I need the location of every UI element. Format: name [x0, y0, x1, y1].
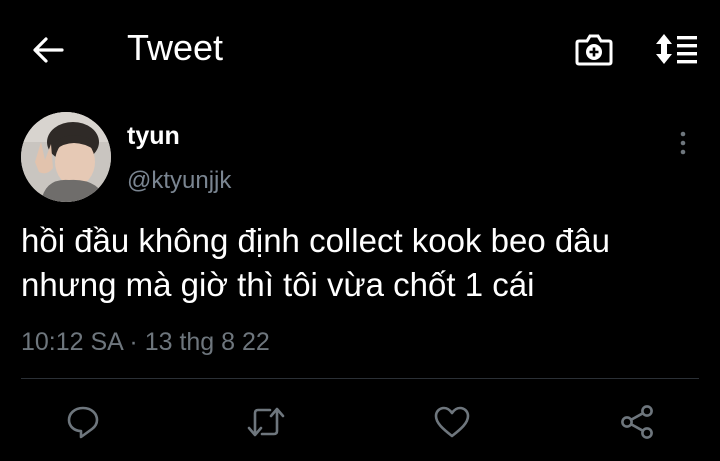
tweet-timestamp: 10:12 SA · 13 thg 8 22 [21, 328, 270, 356]
avatar[interactable] [21, 112, 111, 202]
more-vertical-icon [680, 131, 686, 155]
arrow-left-icon [33, 37, 64, 63]
share-button[interactable] [615, 400, 659, 444]
tweet-text-line: hồi đầu không định collect kook beo đâu [21, 222, 610, 259]
tweet-text: hồi đầu không định collect kook beo đâu … [21, 219, 701, 307]
reply-icon [67, 406, 99, 439]
retweet-icon [247, 407, 285, 437]
back-button[interactable] [28, 30, 68, 70]
retweet-button[interactable] [244, 400, 288, 444]
camera-add-icon [575, 34, 613, 66]
tweet-text-line: nhưng mà giờ thì tôi vừa chốt 1 cái [21, 266, 535, 303]
like-button[interactable] [430, 400, 474, 444]
sort-button[interactable] [652, 28, 700, 70]
page-title: Tweet [127, 27, 224, 68]
reply-button[interactable] [61, 400, 105, 444]
divider [21, 378, 699, 379]
sort-list-icon [656, 34, 697, 64]
author-name[interactable]: tyun [127, 121, 180, 151]
like-icon [434, 406, 470, 438]
profile-photo-icon [21, 112, 111, 202]
top-app-bar: Tweet [0, 0, 720, 96]
share-icon [621, 405, 653, 439]
more-options-button[interactable] [670, 128, 696, 158]
camera-button[interactable] [573, 28, 615, 70]
author-handle[interactable]: @ktyunjjk [127, 166, 231, 196]
